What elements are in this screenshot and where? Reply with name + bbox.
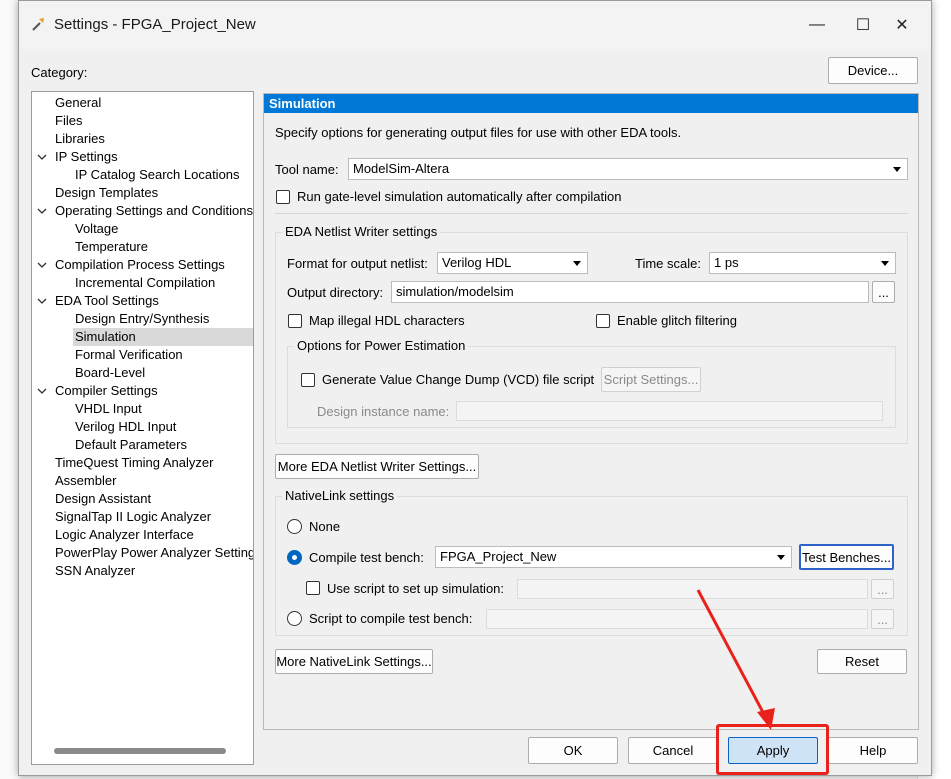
annotation-arrow-icon: [696, 589, 775, 730]
